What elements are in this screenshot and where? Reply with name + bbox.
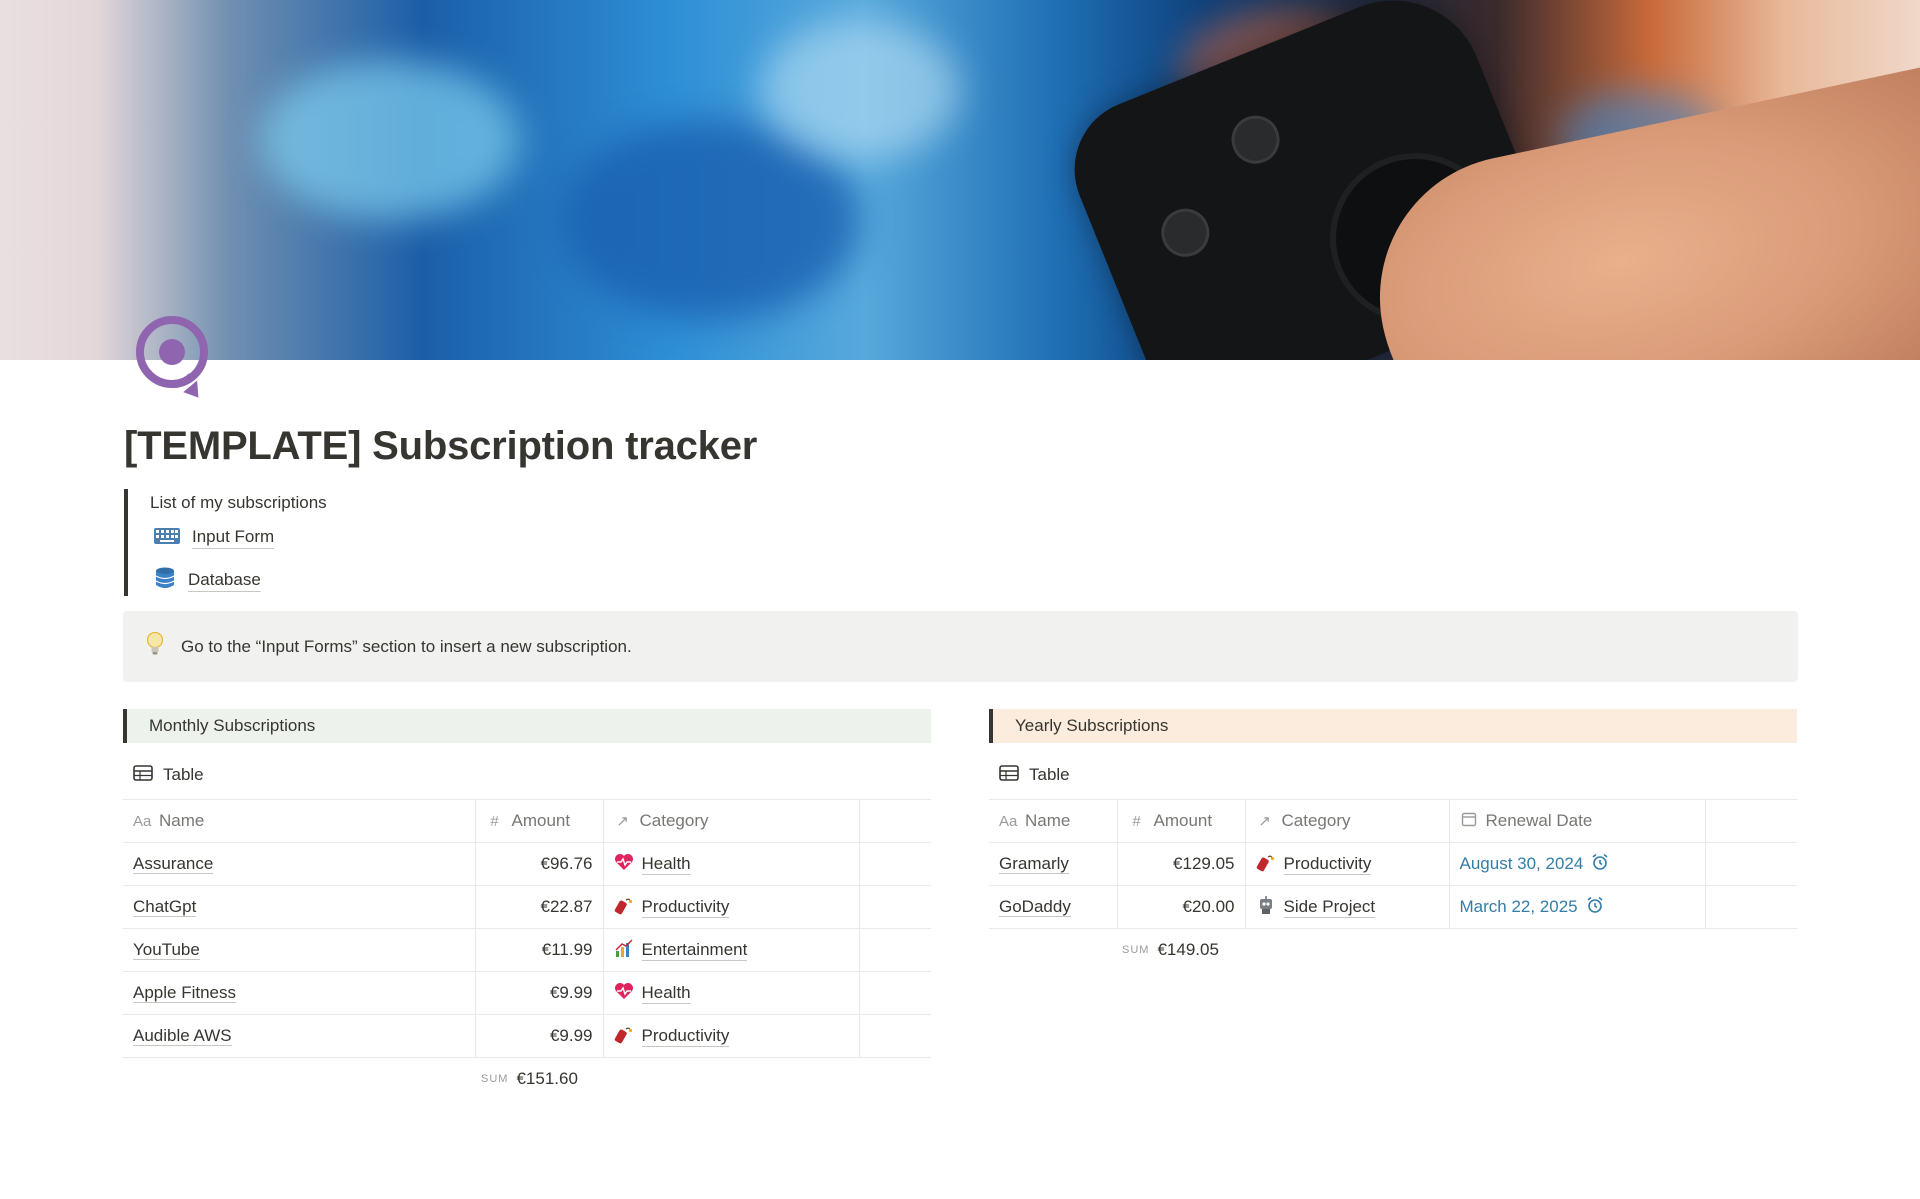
row-amount: €9.99 <box>474 971 603 1015</box>
row-category[interactable]: Health <box>641 854 691 875</box>
table-icon <box>999 764 1019 786</box>
monthly-view-tab[interactable]: Table <box>123 757 931 793</box>
dynamite-icon <box>1256 852 1276 877</box>
column-header-category[interactable]: ↗ Category <box>1244 799 1449 843</box>
row-name[interactable]: Assurance <box>133 854 214 874</box>
row-category[interactable]: Productivity <box>641 897 730 918</box>
monthly-view-label: Table <box>163 765 204 784</box>
row-name[interactable]: ChatGpt <box>133 897 197 917</box>
input-form-link[interactable]: Input Form <box>154 527 275 549</box>
row-category[interactable]: Entertainment <box>641 940 748 961</box>
column-header-amount[interactable]: # Amount <box>474 799 603 843</box>
input-form-label: Input Form <box>192 527 275 549</box>
heart-icon <box>614 982 634 1005</box>
quote-block: List of my subscriptions Input Form Data… <box>124 489 824 596</box>
monthly-heading: Monthly Subscriptions <box>123 709 931 743</box>
column-header-amount[interactable]: # Amount <box>1116 799 1245 843</box>
relation-arrow-icon: ↗ <box>1258 813 1271 830</box>
database-label: Database <box>188 570 261 592</box>
table-header-row: Aa Name # Amount ↗ Category Renewal Date <box>989 799 1797 843</box>
dynamite-icon <box>614 895 634 920</box>
database-link[interactable]: Database <box>154 567 261 594</box>
sum-value: €151.60 <box>516 1069 578 1088</box>
row-amount: €11.99 <box>474 928 603 972</box>
yearly-heading: Yearly Subscriptions <box>989 709 1797 743</box>
page-title: [TEMPLATE] Subscription tracker <box>124 424 758 468</box>
column-header-add[interactable] <box>858 799 931 843</box>
sum-value: €149.05 <box>1157 940 1219 959</box>
column-header-category[interactable]: ↗ Category <box>602 799 859 843</box>
alarm-clock-icon[interactable] <box>1586 896 1604 919</box>
callout: Go to the “Input Forms” section to inser… <box>123 611 1798 682</box>
table-row[interactable]: YouTube €11.99 Entertainment <box>123 928 931 972</box>
table-row[interactable]: Audible AWS €9.99 Productivity <box>123 1014 931 1058</box>
sum-label: SUM <box>481 1073 509 1085</box>
dynamite-icon <box>614 1024 634 1049</box>
row-name[interactable]: Apple Fitness <box>133 983 236 1003</box>
monthly-section: Monthly Subscriptions Table Aa Name # Amou… <box>123 709 931 1100</box>
yearly-table: Aa Name # Amount ↗ Category Renewal Date Gr… <box>989 799 1797 929</box>
chart-icon <box>614 938 634 963</box>
table-row[interactable]: ChatGpt €22.87 Productivity <box>123 885 931 929</box>
table-row[interactable]: Apple Fitness €9.99 Health <box>123 971 931 1015</box>
row-name[interactable]: Gramarly <box>999 854 1069 874</box>
text-type-icon: Aa <box>133 812 152 830</box>
row-name[interactable]: Audible AWS <box>133 1026 232 1046</box>
column-header-name[interactable]: Aa Name <box>989 799 1117 843</box>
heart-icon <box>614 853 634 876</box>
monthly-sum[interactable]: SUM €151.60 <box>123 1058 931 1100</box>
row-category[interactable]: Productivity <box>641 1026 730 1047</box>
yearly-section: Yearly Subscriptions Table Aa Name # Amoun… <box>989 709 1797 971</box>
row-category[interactable]: Health <box>641 983 691 1004</box>
row-name[interactable]: GoDaddy <box>999 897 1071 917</box>
column-header-renewal-date[interactable]: Renewal Date <box>1448 799 1705 843</box>
lightbulb-icon <box>145 631 165 662</box>
yearly-view-tab[interactable]: Table <box>989 757 1797 793</box>
table-icon <box>133 764 153 786</box>
monthly-table: Aa Name # Amount ↗ Category Assurance €96.7… <box>123 799 931 1058</box>
column-header-add[interactable] <box>1704 799 1797 843</box>
callout-text: Go to the “Input Forms” section to inser… <box>181 636 632 656</box>
table-row[interactable]: GoDaddy €20.00 Side Project March 22, 20… <box>989 885 1797 929</box>
row-amount: €22.87 <box>474 885 603 929</box>
cover-image <box>0 0 1920 360</box>
number-type-icon: # <box>490 812 499 830</box>
database-icon <box>154 567 176 594</box>
row-name[interactable]: YouTube <box>133 940 200 960</box>
table-row[interactable]: Gramarly €129.05 Productivity August 30,… <box>989 842 1797 886</box>
relation-arrow-icon: ↗ <box>616 813 629 830</box>
row-amount: €129.05 <box>1116 842 1245 886</box>
sum-label: SUM <box>1122 944 1150 956</box>
calendar-icon <box>1460 811 1478 831</box>
table-row[interactable]: Assurance €96.76 Health <box>123 842 931 886</box>
table-header-row: Aa Name # Amount ↗ Category <box>123 799 931 843</box>
keyboard-icon <box>154 527 180 549</box>
column-header-name[interactable]: Aa Name <box>123 799 475 843</box>
row-amount: €20.00 <box>1116 885 1245 929</box>
row-renewal-date[interactable]: August 30, 2024 <box>1460 854 1584 874</box>
quote-text: List of my subscriptions <box>150 493 327 512</box>
row-category[interactable]: Productivity <box>1283 854 1372 875</box>
text-type-icon: Aa <box>999 812 1018 830</box>
target-refresh-icon[interactable] <box>134 312 220 404</box>
number-type-icon: # <box>1132 812 1141 830</box>
robot-icon <box>1256 895 1276 920</box>
row-renewal-date[interactable]: March 22, 2025 <box>1460 897 1578 917</box>
row-amount: €9.99 <box>474 1014 603 1058</box>
yearly-view-label: Table <box>1029 765 1070 784</box>
alarm-clock-icon[interactable] <box>1591 853 1609 876</box>
row-category[interactable]: Side Project <box>1283 897 1376 918</box>
row-amount: €96.76 <box>474 842 603 886</box>
yearly-sum[interactable]: SUM €149.05 <box>989 929 1797 971</box>
